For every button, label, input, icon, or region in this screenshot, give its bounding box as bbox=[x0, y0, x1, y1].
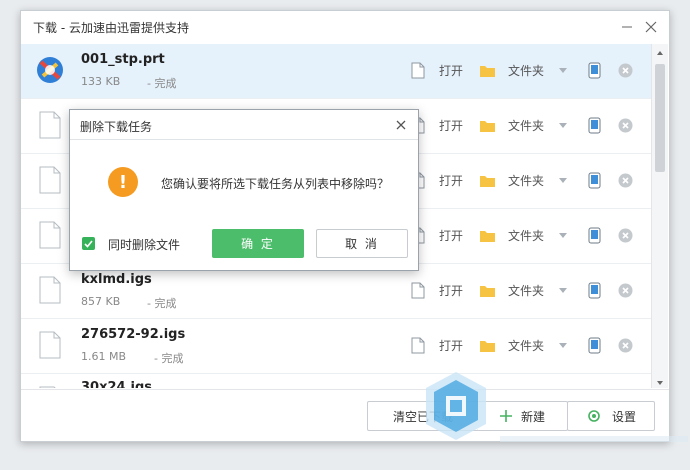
close-icon bbox=[396, 120, 406, 130]
row-actions: 打开 文件夹 bbox=[21, 264, 651, 318]
open-label: 打开 bbox=[439, 64, 464, 78]
new-button[interactable]: 新建 bbox=[477, 401, 568, 431]
dropdown-icon[interactable] bbox=[559, 233, 567, 239]
phone-icon[interactable] bbox=[588, 227, 601, 244]
warning-icon: ! bbox=[108, 167, 138, 197]
phone-icon[interactable] bbox=[588, 172, 601, 189]
checkmark-icon bbox=[84, 240, 93, 248]
confirm-button[interactable]: 确 定 bbox=[212, 229, 304, 258]
delete-files-checkbox[interactable] bbox=[82, 237, 95, 250]
file-name: 30x24.igs bbox=[81, 380, 153, 388]
folder-action[interactable]: 文件夹 bbox=[479, 62, 544, 79]
phone-icon[interactable] bbox=[588, 62, 601, 79]
close-window-button[interactable] bbox=[641, 17, 661, 37]
plus-icon bbox=[499, 410, 512, 422]
dialog-divider bbox=[70, 139, 418, 140]
row-actions: 打开 文件夹 bbox=[21, 44, 651, 98]
dialog-title: 删除下载任务 bbox=[80, 120, 153, 134]
folder-label: 文件夹 bbox=[508, 284, 545, 298]
document-icon bbox=[411, 62, 425, 79]
title-bar: 下载 - 云加速由迅雷提供支持 bbox=[21, 11, 669, 43]
dropdown-icon[interactable] bbox=[559, 288, 567, 294]
folder-action[interactable]: 文件夹 bbox=[479, 172, 544, 189]
row-actions: 打开 文件夹 bbox=[21, 319, 651, 373]
remove-icon[interactable] bbox=[618, 173, 633, 188]
clear-downloaded-button[interactable]: 清空已下载 bbox=[367, 401, 479, 431]
folder-icon bbox=[480, 175, 495, 187]
folder-icon bbox=[480, 65, 495, 77]
settings-button[interactable]: 设置 bbox=[567, 401, 655, 431]
open-label: 打开 bbox=[439, 119, 464, 133]
folder-label: 文件夹 bbox=[508, 229, 545, 243]
document-icon bbox=[411, 337, 425, 354]
open-action[interactable]: 打开 bbox=[411, 282, 463, 299]
dropdown-icon[interactable] bbox=[559, 178, 567, 184]
folder-label: 文件夹 bbox=[508, 174, 545, 188]
gear-icon bbox=[588, 410, 600, 422]
folder-label: 文件夹 bbox=[508, 119, 545, 133]
file-icon bbox=[39, 386, 56, 388]
folder-icon bbox=[480, 285, 495, 297]
dropdown-icon[interactable] bbox=[559, 343, 567, 349]
folder-action[interactable]: 文件夹 bbox=[479, 337, 544, 354]
remove-icon[interactable] bbox=[618, 228, 633, 243]
remove-icon[interactable] bbox=[618, 338, 633, 353]
open-label: 打开 bbox=[439, 339, 464, 353]
delete-task-dialog: 删除下载任务 ! 您确认要将所选下载任务从列表中移除吗？ 同时删除文件 确 定 … bbox=[69, 109, 419, 271]
remove-icon[interactable] bbox=[618, 63, 633, 78]
phone-icon[interactable] bbox=[588, 337, 601, 354]
open-label: 打开 bbox=[439, 284, 464, 298]
remove-icon[interactable] bbox=[618, 283, 633, 298]
list-item[interactable]: 30x24.igs bbox=[21, 374, 651, 388]
scrollbar[interactable] bbox=[651, 44, 668, 388]
settings-label: 设置 bbox=[611, 409, 636, 424]
open-action[interactable]: 打开 bbox=[411, 337, 463, 354]
remove-icon[interactable] bbox=[618, 118, 633, 133]
scroll-up-icon bbox=[657, 51, 663, 55]
delete-files-label[interactable]: 同时删除文件 bbox=[108, 236, 180, 253]
dropdown-icon[interactable] bbox=[559, 123, 567, 129]
phone-icon[interactable] bbox=[588, 282, 601, 299]
scroll-thumb[interactable] bbox=[655, 64, 665, 172]
dropdown-icon[interactable] bbox=[559, 68, 567, 74]
bottom-toolbar: 清空已下载 新建 设置 bbox=[21, 389, 669, 441]
scroll-down-icon bbox=[657, 381, 663, 385]
phone-icon[interactable] bbox=[588, 117, 601, 134]
dialog-message: 您确认要将所选下载任务从列表中移除吗？ bbox=[161, 177, 390, 191]
folder-icon bbox=[480, 340, 495, 352]
clear-downloaded-label: 清空已下载 bbox=[392, 409, 453, 424]
folder-icon bbox=[480, 230, 495, 242]
document-icon bbox=[411, 282, 425, 299]
minimize-icon bbox=[622, 26, 632, 28]
new-label: 新建 bbox=[520, 409, 545, 424]
minimize-button[interactable] bbox=[617, 17, 637, 37]
folder-label: 文件夹 bbox=[508, 64, 545, 78]
close-icon bbox=[645, 21, 657, 33]
open-action[interactable]: 打开 bbox=[411, 62, 463, 79]
window-title: 下载 - 云加速由迅雷提供支持 bbox=[33, 20, 189, 35]
folder-label: 文件夹 bbox=[508, 339, 545, 353]
open-label: 打开 bbox=[439, 174, 464, 188]
folder-action[interactable]: 文件夹 bbox=[479, 227, 544, 244]
folder-action[interactable]: 文件夹 bbox=[479, 117, 544, 134]
folder-action[interactable]: 文件夹 bbox=[479, 282, 544, 299]
folder-icon bbox=[480, 120, 495, 132]
cancel-button[interactable]: 取 消 bbox=[316, 229, 408, 258]
dialog-close-button[interactable] bbox=[392, 116, 410, 134]
open-label: 打开 bbox=[439, 229, 464, 243]
